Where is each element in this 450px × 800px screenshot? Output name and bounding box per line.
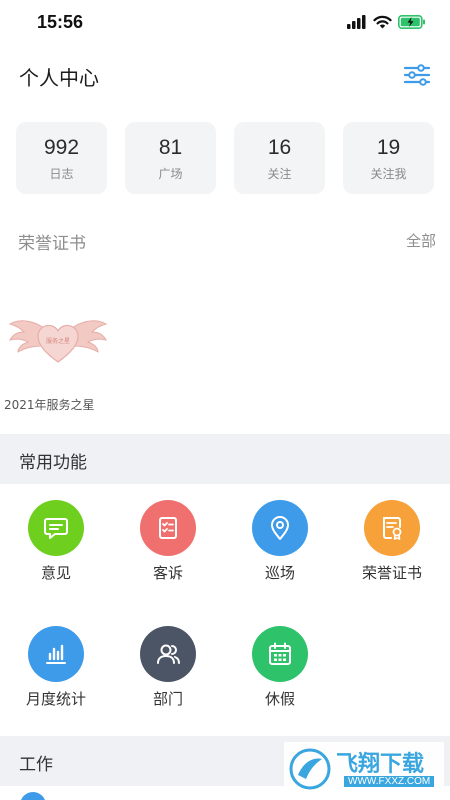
stat-label: 关注我 — [370, 167, 407, 181]
cellular-signal-icon — [347, 15, 366, 29]
users-icon — [157, 644, 180, 664]
page-title: 个人中心 — [19, 66, 99, 90]
stat-value: 16 — [267, 136, 292, 159]
stat-value: 992 — [43, 136, 80, 159]
function-label: 荣誉证书 — [361, 564, 422, 582]
function-honor-certificate[interactable]: 荣誉证书 — [342, 500, 442, 582]
calendar-icon — [269, 642, 291, 665]
func-icon-bg — [28, 626, 84, 682]
function-feedback[interactable]: 意见 — [6, 500, 106, 582]
stat-value: 81 — [158, 136, 183, 159]
function-patrol[interactable]: 巡场 — [230, 500, 330, 582]
certificate-item[interactable]: 服务之星 2021年服务之星 — [4, 300, 114, 418]
status-bar: 15:56 — [0, 0, 450, 46]
status-time: 15:56 — [37, 12, 84, 32]
stat-card-followers[interactable]: 19 关注我 — [343, 122, 434, 194]
stat-label: 广场 — [158, 167, 183, 181]
battery-charging-icon — [398, 15, 425, 29]
func-icon-bg — [28, 500, 84, 556]
work-item-icon[interactable] — [20, 792, 46, 800]
func-icon-bg — [140, 500, 196, 556]
wifi-icon — [373, 15, 392, 29]
function-label: 月度统计 — [25, 690, 86, 708]
function-leave[interactable]: 休假 — [230, 626, 330, 708]
clipboard-list-icon — [159, 517, 177, 539]
stat-card-square[interactable]: 81 广场 — [125, 122, 216, 194]
function-monthly-stats[interactable]: 月度统计 — [6, 626, 106, 708]
honor-section-title: 荣誉证书 — [18, 234, 86, 254]
status-icons — [347, 15, 426, 29]
sliders-icon — [403, 64, 431, 86]
stat-card-log[interactable]: 992 日志 — [16, 122, 107, 194]
site-watermark: 飞翔下载 WWW.FXXZ.COM — [284, 742, 444, 796]
function-label: 休假 — [264, 690, 295, 708]
certificate-icon — [383, 517, 402, 540]
message-icon — [44, 518, 68, 539]
badge-text: 服务之星 — [46, 337, 70, 345]
location-pin-icon — [271, 516, 289, 540]
function-complaint[interactable]: 客诉 — [118, 500, 218, 582]
function-label: 部门 — [152, 690, 183, 708]
certificate-name: 2021年服务之星 — [4, 398, 95, 412]
honor-section-header: 荣誉证书 全部 — [0, 225, 450, 255]
header: 个人中心 — [0, 46, 450, 104]
watermark-url: WWW.FXXZ.COM — [344, 776, 435, 787]
func-icon-bg — [140, 626, 196, 682]
stat-card-following[interactable]: 16 关注 — [234, 122, 325, 194]
stat-value: 19 — [376, 136, 401, 159]
watermark-text: 飞翔下载 — [336, 752, 425, 777]
common-functions-title: 常用功能 — [19, 453, 87, 473]
function-department[interactable]: 部门 — [118, 626, 218, 708]
func-icon-bg — [364, 500, 420, 556]
view-all-link[interactable]: 全部 — [406, 230, 436, 251]
function-label: 意见 — [40, 564, 71, 582]
function-label: 巡场 — [264, 564, 295, 582]
winged-heart-badge-icon: 服务之星 — [8, 320, 108, 363]
function-label: 客诉 — [152, 564, 183, 582]
func-icon-bg — [252, 626, 308, 682]
common-functions-header: 常用功能 — [0, 434, 450, 484]
bar-chart-icon — [46, 644, 66, 664]
stat-label: 日志 — [49, 167, 74, 181]
stats-row: 992 日志 81 广场 16 关注 19 关注我 — [16, 122, 434, 196]
stat-label: 关注 — [267, 167, 292, 181]
func-icon-bg — [252, 500, 308, 556]
watermark-logo-icon — [289, 748, 331, 790]
work-section-title: 工作 — [19, 755, 53, 775]
filter-settings-button[interactable] — [402, 60, 432, 90]
